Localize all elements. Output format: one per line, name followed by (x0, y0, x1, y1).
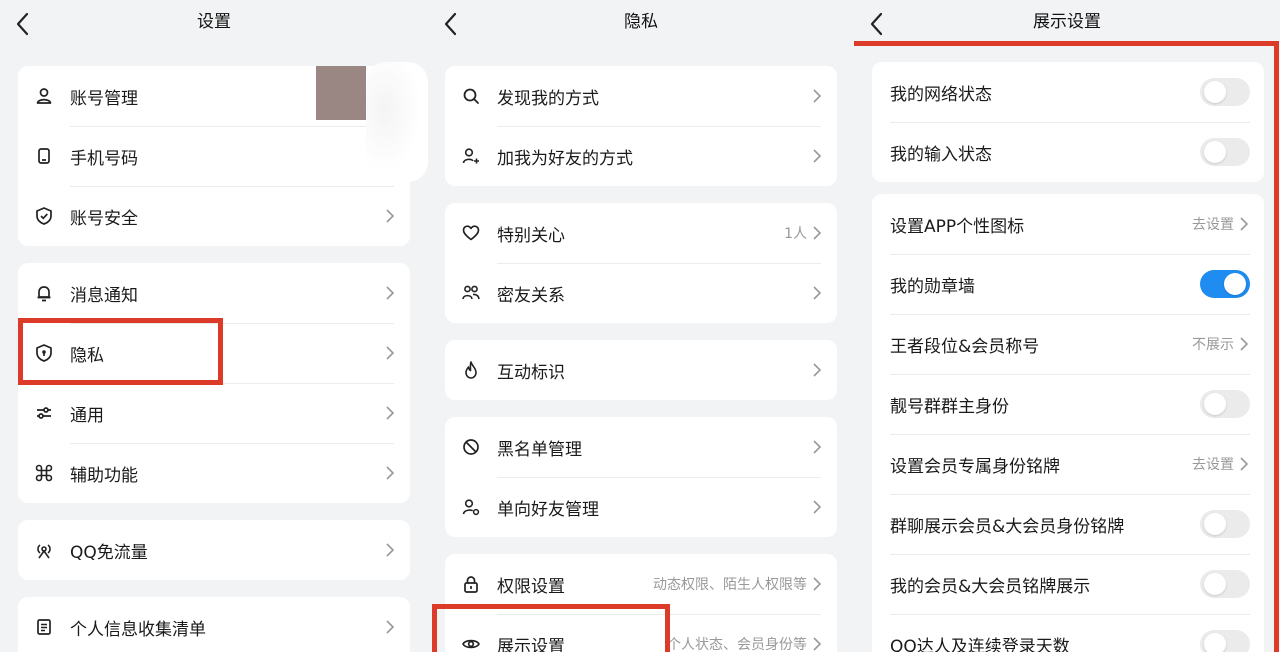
document-icon (34, 617, 54, 637)
interaction-group: 互动标识 (445, 340, 837, 400)
chevron-right-icon (811, 576, 823, 592)
info-group: 个人信息收集清单 (18, 597, 410, 652)
privacy-panel: 隐私 发现我的方式 加我为好友的方式 特别关心 1人 密友关系 互动标识 黑名单… (428, 0, 854, 652)
sliders-icon (34, 403, 54, 423)
back-arrow-icon[interactable] (12, 10, 34, 36)
sidebar-item-account-security[interactable]: 账号安全 (18, 186, 410, 246)
row-interaction-mark[interactable]: 互动标识 (445, 340, 837, 400)
row-label: QQ免流量 (70, 542, 148, 563)
user-icon (34, 86, 54, 106)
chevron-right-icon (811, 148, 823, 164)
data-group: QQ免流量 (18, 520, 410, 580)
chevron-right-icon (811, 439, 823, 455)
lock-icon (461, 574, 481, 594)
special-care-count: 1人 (784, 226, 807, 242)
row-label: 黑名单管理 (497, 439, 582, 460)
block-icon (461, 437, 481, 457)
row-label: 账号安全 (70, 208, 138, 229)
highlight-box (854, 41, 1279, 652)
row-label: 密友关系 (497, 285, 565, 306)
search-icon (461, 86, 481, 106)
shield-check-icon (34, 206, 54, 226)
chevron-right-icon (384, 465, 396, 481)
sidebar-item-accessibility[interactable]: 辅助功能 (18, 443, 410, 503)
blocking-group: 黑名单管理 单向好友管理 (445, 417, 837, 537)
row-add-friend-method[interactable]: 加我为好友的方式 (445, 126, 837, 186)
bell-icon (34, 283, 54, 303)
row-label: 辅助功能 (70, 465, 138, 486)
user-settings-icon (461, 497, 481, 517)
row-find-me[interactable]: 发现我的方式 (445, 66, 837, 126)
sidebar-item-notifications[interactable]: 消息通知 (18, 263, 410, 323)
friends-icon (461, 283, 481, 303)
row-label: 手机号码 (70, 148, 138, 169)
command-icon (34, 463, 54, 483)
sidebar-item-personal-info-list[interactable]: 个人信息收集清单 (18, 597, 410, 652)
sidebar-item-free-data[interactable]: QQ免流量 (18, 520, 410, 580)
heart-icon (461, 223, 481, 243)
display-settings-panel: 展示设置 我的网络状态 我的输入状态 设置APP个性图标 去设置 我的勋章墙 王… (854, 0, 1280, 652)
relationship-group: 特别关心 1人 密友关系 (445, 203, 837, 323)
row-label: 消息通知 (70, 285, 138, 306)
page-title: 设置 (197, 12, 231, 32)
chevron-right-icon (811, 636, 823, 652)
row-close-friends[interactable]: 密友关系 (445, 263, 837, 323)
chevron-right-icon (384, 542, 396, 558)
phone-icon (34, 146, 54, 166)
display-summary: 个人状态、会员身份等 (667, 637, 807, 652)
settings-panel: 设置 账号管理 手机号码 账号安全 消息通知 隐私 通用 辅助功能 QQ免流量 … (0, 0, 428, 652)
chevron-right-icon (384, 345, 396, 361)
permission-summary: 动态权限、陌生人权限等 (653, 577, 807, 593)
highlight-box (432, 604, 670, 652)
row-label: 个人信息收集清单 (70, 619, 206, 640)
chevron-right-icon (811, 362, 823, 378)
chevron-right-icon (811, 225, 823, 241)
chevron-right-icon (811, 88, 823, 104)
back-arrow-icon[interactable] (866, 10, 888, 36)
chevron-right-icon (384, 619, 396, 635)
discovery-group: 发现我的方式 加我为好友的方式 (445, 66, 837, 186)
signal-icon (34, 540, 54, 560)
redacted-blur (366, 62, 428, 182)
back-arrow-icon[interactable] (440, 10, 462, 36)
redacted-avatar (316, 66, 366, 120)
sidebar-item-phone-number[interactable]: 手机号码 (18, 126, 410, 186)
row-label: 加我为好友的方式 (497, 148, 633, 169)
chevron-right-icon (384, 208, 396, 224)
row-special-care[interactable]: 特别关心 1人 (445, 203, 837, 263)
row-label: 发现我的方式 (497, 88, 599, 109)
chevron-right-icon (811, 285, 823, 301)
chevron-right-icon (384, 405, 396, 421)
flame-icon (461, 360, 481, 380)
settings-header: 设置 (0, 0, 428, 48)
row-one-way-friends[interactable]: 单向好友管理 (445, 477, 837, 537)
row-label: 权限设置 (497, 576, 565, 597)
privacy-header: 隐私 (428, 0, 854, 48)
row-blacklist[interactable]: 黑名单管理 (445, 417, 837, 477)
add-user-icon (461, 146, 481, 166)
chevron-right-icon (811, 499, 823, 515)
row-label: 互动标识 (497, 362, 565, 383)
page-title: 隐私 (624, 12, 658, 32)
highlight-box (18, 318, 223, 385)
row-label: 通用 (70, 405, 104, 426)
chevron-right-icon (384, 285, 396, 301)
row-label: 特别关心 (497, 225, 565, 246)
row-label: 单向好友管理 (497, 499, 599, 520)
sidebar-item-general[interactable]: 通用 (18, 383, 410, 443)
page-title: 展示设置 (1033, 12, 1101, 32)
